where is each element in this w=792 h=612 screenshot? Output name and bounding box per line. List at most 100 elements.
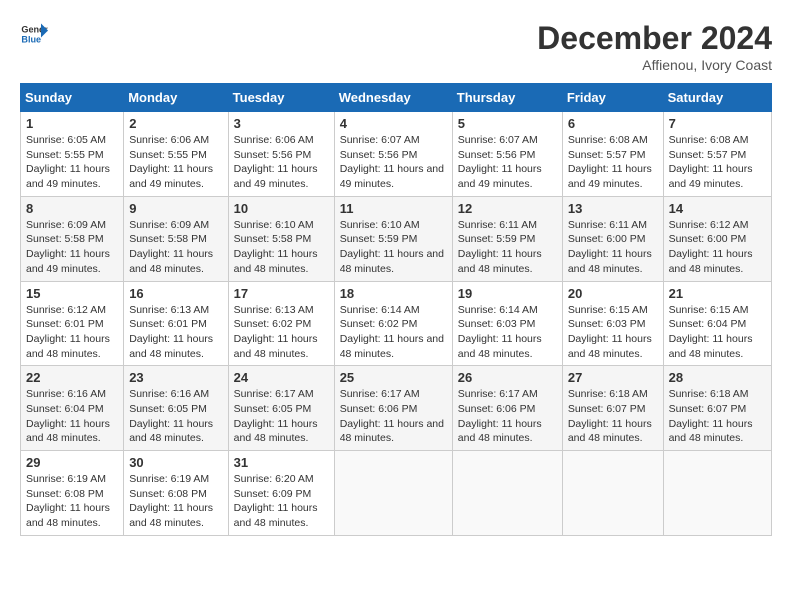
calendar-cell: 24 Sunrise: 6:17 AMSunset: 6:05 PMDayligh… bbox=[228, 366, 334, 451]
day-info: Sunrise: 6:10 AMSunset: 5:58 PMDaylight:… bbox=[234, 218, 329, 277]
day-number: 6 bbox=[568, 116, 658, 131]
day-info: Sunrise: 6:07 AMSunset: 5:56 PMDaylight:… bbox=[340, 133, 447, 192]
weekday-header-monday: Monday bbox=[124, 84, 228, 112]
day-number: 4 bbox=[340, 116, 447, 131]
calendar-cell: 19 Sunrise: 6:14 AMSunset: 6:03 PMDayligh… bbox=[452, 281, 562, 366]
day-info: Sunrise: 6:14 AMSunset: 6:03 PMDaylight:… bbox=[458, 303, 557, 362]
day-info: Sunrise: 6:06 AMSunset: 5:56 PMDaylight:… bbox=[234, 133, 329, 192]
day-number: 12 bbox=[458, 201, 557, 216]
logo: General Blue bbox=[20, 20, 48, 48]
day-number: 24 bbox=[234, 370, 329, 385]
day-number: 16 bbox=[129, 286, 222, 301]
weekday-header-thursday: Thursday bbox=[452, 84, 562, 112]
day-info: Sunrise: 6:13 AMSunset: 6:01 PMDaylight:… bbox=[129, 303, 222, 362]
day-number: 13 bbox=[568, 201, 658, 216]
day-info: Sunrise: 6:06 AMSunset: 5:55 PMDaylight:… bbox=[129, 133, 222, 192]
day-number: 7 bbox=[669, 116, 766, 131]
calendar-cell: 14Sunrise: 6:12 AMSunset: 6:00 PMDayligh… bbox=[663, 196, 771, 281]
calendar-cell: 4 Sunrise: 6:07 AMSunset: 5:56 PMDaylight… bbox=[334, 112, 452, 197]
day-number: 2 bbox=[129, 116, 222, 131]
weekday-header-saturday: Saturday bbox=[663, 84, 771, 112]
svg-text:Blue: Blue bbox=[21, 34, 41, 44]
day-info: Sunrise: 6:12 AMSunset: 6:01 PMDaylight:… bbox=[26, 303, 118, 362]
calendar-cell: 30Sunrise: 6:19 AMSunset: 6:08 PMDayligh… bbox=[124, 451, 228, 536]
day-number: 17 bbox=[234, 286, 329, 301]
calendar-cell: 25Sunrise: 6:17 AMSunset: 6:06 PMDayligh… bbox=[334, 366, 452, 451]
weekday-header-sunday: Sunday bbox=[21, 84, 124, 112]
day-number: 23 bbox=[129, 370, 222, 385]
day-number: 3 bbox=[234, 116, 329, 131]
calendar-body: 1 Sunrise: 6:05 AMSunset: 5:55 PMDaylight… bbox=[21, 112, 772, 536]
weekday-header-friday: Friday bbox=[562, 84, 663, 112]
day-info: Sunrise: 6:12 AMSunset: 6:00 PMDaylight:… bbox=[669, 218, 766, 277]
calendar-cell: 9Sunrise: 6:09 AMSunset: 5:58 PMDaylight… bbox=[124, 196, 228, 281]
calendar-cell: 26 Sunrise: 6:17 AMSunset: 6:06 PMDayligh… bbox=[452, 366, 562, 451]
day-number: 1 bbox=[26, 116, 118, 131]
weekday-header-tuesday: Tuesday bbox=[228, 84, 334, 112]
calendar-week-row: 22 Sunrise: 6:16 AMSunset: 6:04 PMDayligh… bbox=[21, 366, 772, 451]
day-number: 22 bbox=[26, 370, 118, 385]
day-info: Sunrise: 6:13 AMSunset: 6:02 PMDaylight:… bbox=[234, 303, 329, 362]
day-number: 9 bbox=[129, 201, 222, 216]
calendar-week-row: 15Sunrise: 6:12 AMSunset: 6:01 PMDayligh… bbox=[21, 281, 772, 366]
day-info: Sunrise: 6:19 AMSunset: 6:08 PMDaylight:… bbox=[129, 472, 222, 531]
day-info: Sunrise: 6:16 AMSunset: 6:04 PMDaylight:… bbox=[26, 387, 118, 446]
day-number: 8 bbox=[26, 201, 118, 216]
calendar-cell: 6 Sunrise: 6:08 AMSunset: 5:57 PMDaylight… bbox=[562, 112, 663, 197]
day-info: Sunrise: 6:08 AMSunset: 5:57 PMDaylight:… bbox=[568, 133, 658, 192]
day-info: Sunrise: 6:14 AMSunset: 6:02 PMDaylight:… bbox=[340, 303, 447, 362]
calendar-cell: 23Sunrise: 6:16 AMSunset: 6:05 PMDayligh… bbox=[124, 366, 228, 451]
day-info: Sunrise: 6:20 AMSunset: 6:09 PMDaylight:… bbox=[234, 472, 329, 531]
calendar-cell: 5Sunrise: 6:07 AMSunset: 5:56 PMDaylight… bbox=[452, 112, 562, 197]
weekday-header-row: SundayMondayTuesdayWednesdayThursdayFrid… bbox=[21, 84, 772, 112]
calendar-title: December 2024 bbox=[537, 20, 772, 57]
logo-icon: General Blue bbox=[20, 20, 48, 48]
day-info: Sunrise: 6:18 AMSunset: 6:07 PMDaylight:… bbox=[669, 387, 766, 446]
calendar-cell bbox=[334, 451, 452, 536]
calendar-cell: 18 Sunrise: 6:14 AMSunset: 6:02 PMDayligh… bbox=[334, 281, 452, 366]
day-number: 21 bbox=[669, 286, 766, 301]
day-number: 10 bbox=[234, 201, 329, 216]
day-info: Sunrise: 6:10 AMSunset: 5:59 PMDaylight:… bbox=[340, 218, 447, 277]
day-number: 18 bbox=[340, 286, 447, 301]
calendar-subtitle: Affienou, Ivory Coast bbox=[537, 57, 772, 73]
calendar-cell bbox=[562, 451, 663, 536]
calendar-cell: 16 Sunrise: 6:13 AMSunset: 6:01 PMDayligh… bbox=[124, 281, 228, 366]
day-info: Sunrise: 6:07 AMSunset: 5:56 PMDaylight:… bbox=[458, 133, 557, 192]
calendar-cell: 8 Sunrise: 6:09 AMSunset: 5:58 PMDaylight… bbox=[21, 196, 124, 281]
calendar-cell: 31 Sunrise: 6:20 AMSunset: 6:09 PMDayligh… bbox=[228, 451, 334, 536]
day-info: Sunrise: 6:18 AMSunset: 6:07 PMDaylight:… bbox=[568, 387, 658, 446]
calendar-cell: 29Sunrise: 6:19 AMSunset: 6:08 PMDayligh… bbox=[21, 451, 124, 536]
day-number: 26 bbox=[458, 370, 557, 385]
calendar-header: SundayMondayTuesdayWednesdayThursdayFrid… bbox=[21, 84, 772, 112]
calendar-cell: 3 Sunrise: 6:06 AMSunset: 5:56 PMDaylight… bbox=[228, 112, 334, 197]
calendar-cell: 17 Sunrise: 6:13 AMSunset: 6:02 PMDayligh… bbox=[228, 281, 334, 366]
day-number: 28 bbox=[669, 370, 766, 385]
calendar-cell: 22 Sunrise: 6:16 AMSunset: 6:04 PMDayligh… bbox=[21, 366, 124, 451]
day-info: Sunrise: 6:11 AMSunset: 5:59 PMDaylight:… bbox=[458, 218, 557, 277]
day-info: Sunrise: 6:17 AMSunset: 6:06 PMDaylight:… bbox=[458, 387, 557, 446]
day-number: 27 bbox=[568, 370, 658, 385]
calendar-cell: 13 Sunrise: 6:11 AMSunset: 6:00 PMDayligh… bbox=[562, 196, 663, 281]
day-number: 31 bbox=[234, 455, 329, 470]
title-area: December 2024 Affienou, Ivory Coast bbox=[537, 20, 772, 73]
day-info: Sunrise: 6:17 AMSunset: 6:06 PMDaylight:… bbox=[340, 387, 447, 446]
day-number: 11 bbox=[340, 201, 447, 216]
day-info: Sunrise: 6:08 AMSunset: 5:57 PMDaylight:… bbox=[669, 133, 766, 192]
calendar-week-row: 8 Sunrise: 6:09 AMSunset: 5:58 PMDaylight… bbox=[21, 196, 772, 281]
calendar-cell: 20Sunrise: 6:15 AMSunset: 6:03 PMDayligh… bbox=[562, 281, 663, 366]
calendar-cell: 12 Sunrise: 6:11 AMSunset: 5:59 PMDayligh… bbox=[452, 196, 562, 281]
day-info: Sunrise: 6:15 AMSunset: 6:03 PMDaylight:… bbox=[568, 303, 658, 362]
calendar-cell: 27 Sunrise: 6:18 AMSunset: 6:07 PMDayligh… bbox=[562, 366, 663, 451]
day-info: Sunrise: 6:15 AMSunset: 6:04 PMDaylight:… bbox=[669, 303, 766, 362]
day-info: Sunrise: 6:17 AMSunset: 6:05 PMDaylight:… bbox=[234, 387, 329, 446]
day-info: Sunrise: 6:11 AMSunset: 6:00 PMDaylight:… bbox=[568, 218, 658, 277]
calendar-cell bbox=[452, 451, 562, 536]
calendar-cell: 1 Sunrise: 6:05 AMSunset: 5:55 PMDaylight… bbox=[21, 112, 124, 197]
day-info: Sunrise: 6:09 AMSunset: 5:58 PMDaylight:… bbox=[26, 218, 118, 277]
calendar-cell: 11 Sunrise: 6:10 AMSunset: 5:59 PMDayligh… bbox=[334, 196, 452, 281]
calendar-cell bbox=[663, 451, 771, 536]
calendar-table: SundayMondayTuesdayWednesdayThursdayFrid… bbox=[20, 83, 772, 536]
day-number: 19 bbox=[458, 286, 557, 301]
day-info: Sunrise: 6:05 AMSunset: 5:55 PMDaylight:… bbox=[26, 133, 118, 192]
